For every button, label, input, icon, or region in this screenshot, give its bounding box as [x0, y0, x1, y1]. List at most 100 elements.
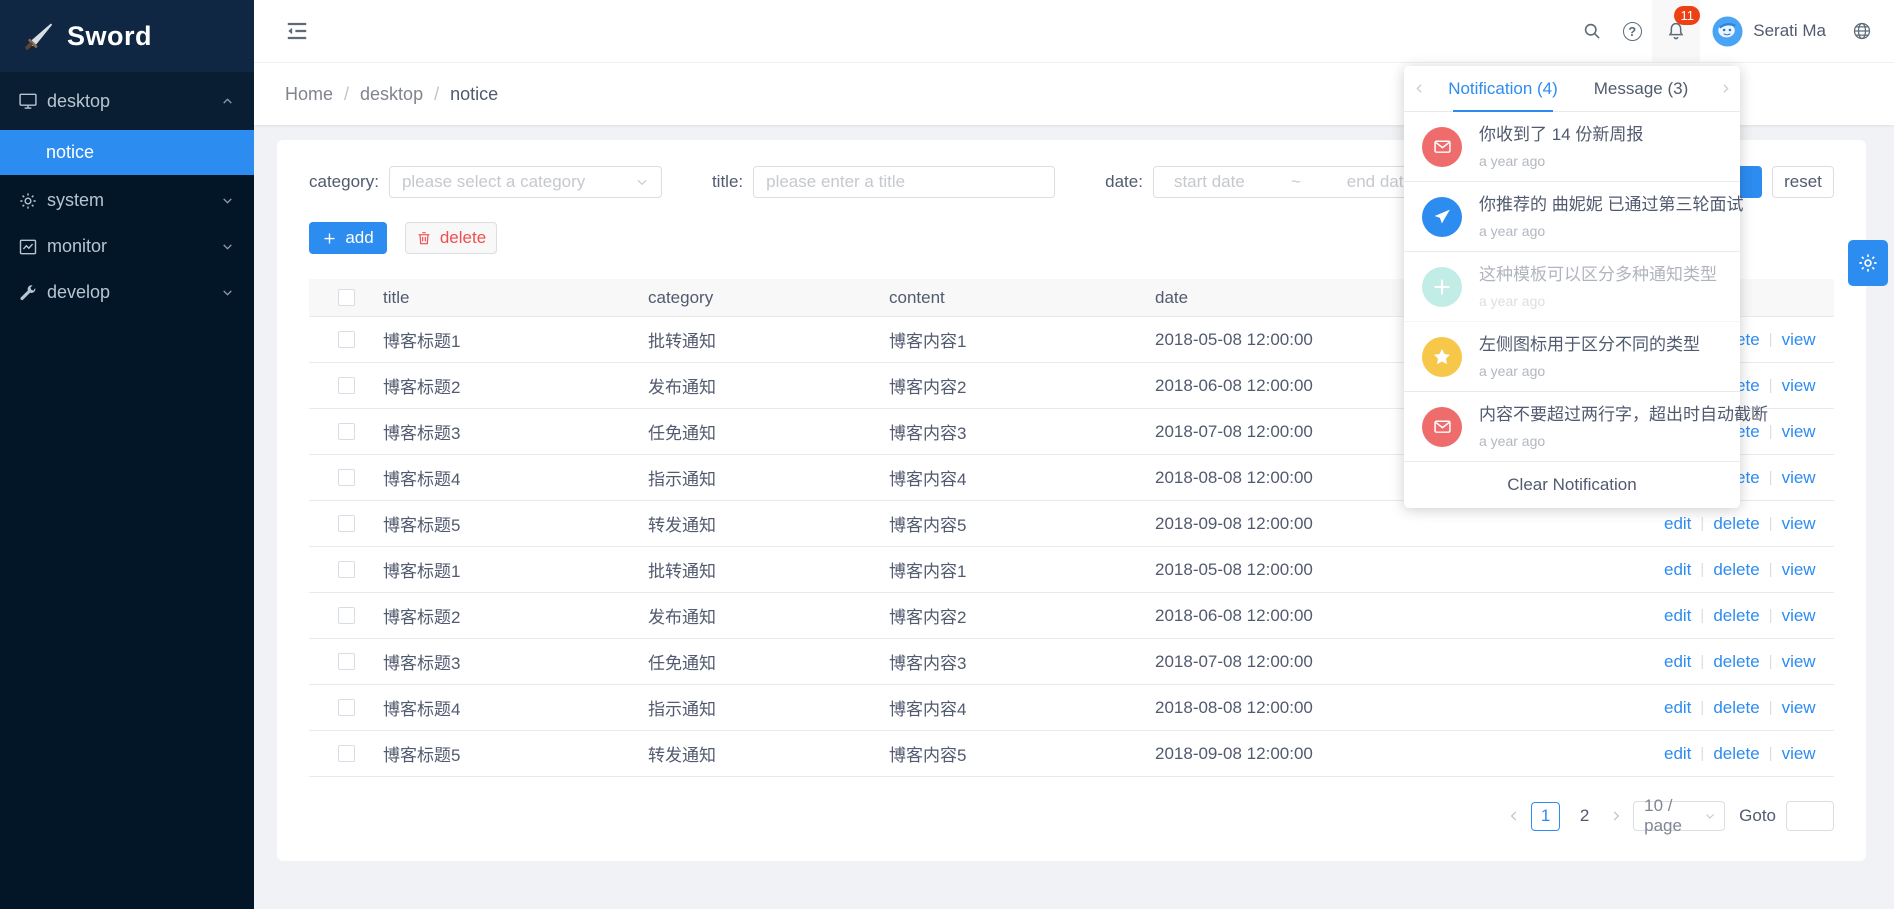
notification-time: a year ago [1479, 293, 1717, 309]
action-divider: | [1769, 423, 1773, 440]
cell-title: 博客标题3 [383, 649, 648, 674]
notification-title: 内容不要超过两行字，超出时自动截断 [1479, 404, 1768, 426]
row-checkbox[interactable] [338, 515, 355, 532]
row-actions: edit|delete|view [1654, 514, 1834, 534]
breadcrumb-desktop[interactable]: desktop [360, 84, 423, 105]
notification-body: 内容不要超过两行字，超出时自动截断a year ago [1479, 404, 1768, 449]
delete-link[interactable]: delete [1713, 744, 1759, 764]
row-checkbox[interactable] [338, 377, 355, 394]
view-link[interactable]: view [1782, 468, 1816, 488]
view-link[interactable]: view [1782, 560, 1816, 580]
sidebar-item-label: monitor [47, 236, 107, 257]
view-link[interactable]: view [1782, 652, 1816, 672]
tabs-prev-icon[interactable] [1404, 66, 1434, 111]
notification-item[interactable]: 内容不要超过两行字，超出时自动截断a year ago [1404, 392, 1740, 462]
row-checkbox[interactable] [338, 699, 355, 716]
row-checkbox[interactable] [338, 561, 355, 578]
title-input[interactable]: please enter a title [753, 166, 1055, 198]
help-icon[interactable]: ? [1612, 0, 1652, 62]
notification-title: 这种模板可以区分多种通知类型 [1479, 264, 1717, 286]
goto-page-input[interactable] [1786, 801, 1834, 831]
user-menu[interactable]: Serati Ma [1712, 16, 1826, 47]
end-date-placeholder: end date [1347, 172, 1413, 192]
row-checkbox[interactable] [338, 653, 355, 670]
cell-content: 博客内容2 [889, 373, 1155, 398]
collapse-sidebar-icon[interactable] [280, 14, 314, 48]
view-link[interactable]: view [1782, 698, 1816, 718]
table-row: 博客标题4指示通知博客内容42018-08-08 12:00:00edit|de… [309, 685, 1834, 731]
delete-link[interactable]: delete [1713, 514, 1759, 534]
notification-item[interactable]: 你收到了 14 份新周报a year ago [1404, 112, 1740, 182]
tabs-next-icon[interactable] [1710, 66, 1740, 111]
table-row: 博客标题3任免通知博客内容32018-07-08 12:00:00edit|de… [309, 639, 1834, 685]
send-icon [1422, 197, 1462, 237]
sidebar-subitem-label: notice [46, 142, 94, 163]
breadcrumb-home[interactable]: Home [285, 84, 333, 105]
cell-content: 博客内容1 [889, 557, 1155, 582]
edit-link[interactable]: edit [1664, 606, 1691, 626]
header: ? 11 Serati Ma [254, 0, 1894, 63]
view-link[interactable]: view [1782, 744, 1816, 764]
row-checkbox[interactable] [338, 607, 355, 624]
delete-link[interactable]: delete [1713, 606, 1759, 626]
row-actions: edit|delete|view [1654, 652, 1834, 672]
delete-button[interactable]: delete [405, 222, 497, 254]
sidebar-item-label: develop [47, 282, 110, 303]
action-divider: | [1769, 653, 1773, 670]
row-checkbox[interactable] [338, 745, 355, 762]
edit-link[interactable]: edit [1664, 514, 1691, 534]
globe-icon[interactable] [1842, 0, 1882, 62]
sidebar-item-desktop[interactable]: desktop [0, 72, 254, 130]
cell-category: 指示通知 [648, 695, 889, 720]
reset-button[interactable]: reset [1772, 166, 1834, 198]
tab-message[interactable]: Message (3) [1572, 66, 1710, 111]
edit-link[interactable]: edit [1664, 560, 1691, 580]
prev-page-icon[interactable] [1507, 809, 1521, 823]
row-checkbox[interactable] [338, 331, 355, 348]
logo: Sword [0, 0, 254, 72]
notification-item[interactable]: 这种模板可以区分多种通知类型 a year ago [1404, 252, 1740, 322]
notification-item[interactable]: 左侧图标用于区分不同的类型a year ago [1404, 322, 1740, 392]
delete-link[interactable]: delete [1713, 652, 1759, 672]
view-link[interactable]: view [1782, 376, 1816, 396]
sidebar-item-notice[interactable]: notice [0, 130, 254, 175]
page-1-button[interactable]: 1 [1531, 802, 1560, 831]
view-link[interactable]: view [1782, 606, 1816, 626]
breadcrumb-separator: / [344, 84, 349, 105]
category-placeholder: please select a category [402, 172, 635, 192]
sidebar-item-system[interactable]: system [0, 178, 254, 223]
view-link[interactable]: view [1782, 330, 1816, 350]
next-page-icon[interactable] [1609, 809, 1623, 823]
user-name: Serati Ma [1753, 21, 1826, 41]
edit-link[interactable]: edit [1664, 698, 1691, 718]
sidebar-item-monitor[interactable]: monitor [0, 224, 254, 269]
view-link[interactable]: view [1782, 422, 1816, 442]
notification-bell-button[interactable]: 11 [1652, 0, 1700, 62]
edit-link[interactable]: edit [1664, 744, 1691, 764]
date-range-input[interactable]: start date ~ end date [1153, 166, 1434, 198]
edit-link[interactable]: edit [1664, 652, 1691, 672]
select-all-checkbox[interactable] [338, 289, 355, 306]
delete-link[interactable]: delete [1713, 560, 1759, 580]
delete-link[interactable]: delete [1713, 698, 1759, 718]
clear-notification-button[interactable]: Clear Notification [1404, 462, 1740, 508]
notification-item[interactable]: 你推荐的 曲妮妮 已通过第三轮面试a year ago [1404, 182, 1740, 252]
view-link[interactable]: view [1782, 514, 1816, 534]
delete-button-label: delete [440, 228, 486, 248]
cell-date: 2018-05-08 12:00:00 [1155, 560, 1654, 580]
page-2-button[interactable]: 2 [1570, 802, 1599, 831]
row-checkbox[interactable] [338, 469, 355, 486]
row-checkbox[interactable] [338, 423, 355, 440]
search-icon[interactable] [1572, 0, 1612, 62]
add-button[interactable]: add [309, 222, 387, 254]
sidebar-item-develop[interactable]: develop [0, 270, 254, 315]
theme-settings-button[interactable] [1848, 240, 1888, 286]
category-select[interactable]: please select a category [389, 166, 662, 198]
tab-notification[interactable]: Notification (4) [1434, 66, 1572, 111]
cell-category: 任免通知 [648, 649, 889, 674]
notification-title: 你推荐的 曲妮妮 已通过第三轮面试 [1479, 194, 1743, 216]
page-size-select[interactable]: 10 / page [1633, 801, 1725, 831]
cell-category: 批转通知 [648, 327, 889, 352]
sword-logo-icon [24, 21, 54, 51]
cell-category: 发布通知 [648, 373, 889, 398]
